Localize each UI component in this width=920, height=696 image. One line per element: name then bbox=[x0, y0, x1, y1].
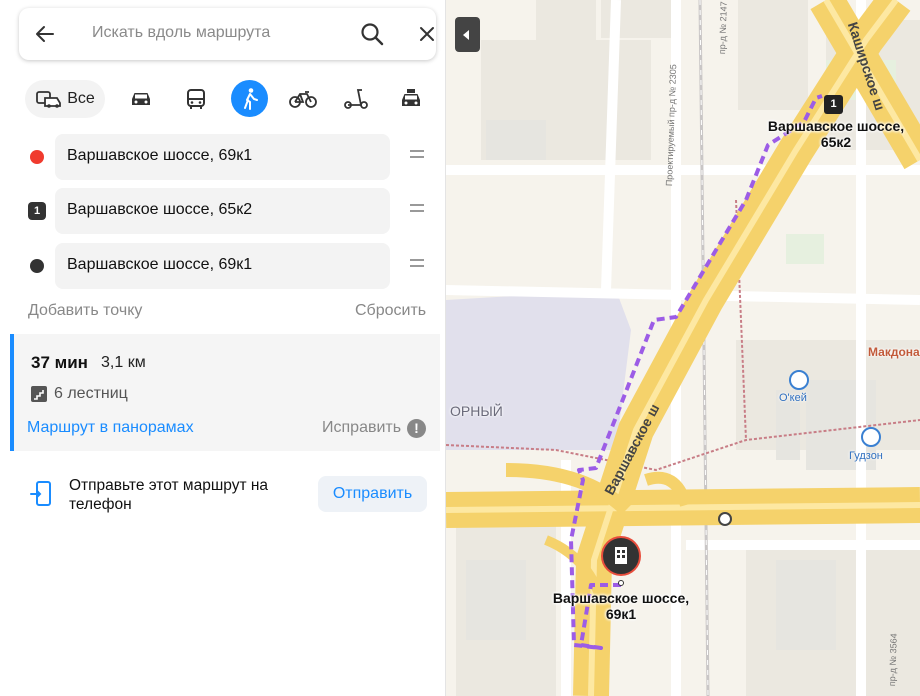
street-label: пр-д № 3564 bbox=[887, 633, 899, 687]
map-view[interactable]: Варшавское ш Каширское ш Проектируемый п… bbox=[446, 0, 920, 696]
bicycle-icon bbox=[289, 91, 317, 108]
street-label: пр-д № 2147 bbox=[717, 1, 729, 55]
mode-all-label: Все bbox=[67, 90, 95, 107]
mode-bicycle-button[interactable] bbox=[287, 80, 319, 118]
taxi-icon bbox=[402, 89, 420, 106]
transport-mode-bar: Все bbox=[0, 80, 445, 120]
phone-icon bbox=[30, 481, 51, 506]
mode-taxi-button[interactable] bbox=[395, 80, 427, 118]
waypoint-label: Варшавское шоссе, 65к2 bbox=[767, 118, 905, 150]
shopping-cart-icon[interactable] bbox=[789, 370, 809, 390]
drag-handle-icon[interactable] bbox=[410, 259, 424, 273]
via-point-marker[interactable] bbox=[718, 512, 732, 526]
start-building-marker[interactable] bbox=[601, 536, 641, 576]
car-icon bbox=[132, 93, 150, 105]
route-point-input[interactable]: Варшавское шоссе, 69к1 bbox=[55, 134, 390, 180]
mode-car-button[interactable] bbox=[125, 80, 157, 118]
search-icon[interactable] bbox=[359, 21, 385, 47]
fix-route-link[interactable]: Исправить bbox=[322, 419, 401, 437]
bus-icon bbox=[187, 89, 205, 109]
close-icon[interactable] bbox=[416, 23, 438, 45]
drag-handle-icon[interactable] bbox=[410, 150, 424, 164]
mode-pedestrian-button[interactable] bbox=[231, 80, 268, 117]
start-point-dot bbox=[618, 580, 624, 586]
collapse-panel-button[interactable] bbox=[455, 17, 480, 52]
poi-gudzon[interactable]: Гудзон bbox=[849, 450, 883, 462]
send-button[interactable]: Отправить bbox=[318, 476, 427, 512]
shopping-bag-icon[interactable] bbox=[861, 427, 881, 447]
route-point-input[interactable]: Варшавское шоссе, 69к1 bbox=[55, 243, 390, 289]
scooter-icon bbox=[344, 89, 368, 109]
stairs-count: 6 лестниц bbox=[54, 385, 128, 402]
red-dot-icon bbox=[30, 150, 44, 164]
reset-button[interactable]: Сбросить bbox=[355, 302, 426, 320]
waypoint-number-icon: 1 bbox=[28, 202, 46, 220]
district-label: ОРНЫЙ bbox=[450, 403, 503, 419]
poi-mcdonalds[interactable]: Макдона bbox=[868, 345, 920, 359]
route-point-input[interactable]: Варшавское шоссе, 65к2 bbox=[55, 188, 390, 234]
building-icon bbox=[615, 547, 627, 564]
start-label: Варшавское шоссе, 69к1 bbox=[552, 590, 690, 622]
search-input[interactable]: Искать вдоль маршрута bbox=[92, 24, 270, 42]
poi-okey[interactable]: О'кей bbox=[779, 392, 807, 404]
drag-handle-icon[interactable] bbox=[410, 204, 424, 218]
route-distance: 3,1 км bbox=[101, 354, 146, 371]
route-point-end: Варшавское шоссе, 69к1 bbox=[0, 243, 445, 289]
panorama-route-link[interactable]: Маршрут в панорамах bbox=[27, 419, 194, 437]
route-time: 37 мин bbox=[31, 353, 88, 372]
stairs-icon bbox=[31, 386, 47, 402]
waypoint-marker[interactable]: 1 bbox=[824, 95, 843, 114]
route-point-waypoint: 1 Варшавское шоссе, 65к2 bbox=[0, 188, 445, 234]
warning-icon[interactable]: ! bbox=[407, 419, 426, 438]
send-to-phone-text: Отправьте этот маршрут на телефон bbox=[69, 477, 269, 513]
mode-bus-button[interactable] bbox=[180, 80, 212, 118]
pedestrian-icon bbox=[243, 87, 258, 110]
all-transport-icon bbox=[36, 91, 62, 108]
route-point-start: Варшавское шоссе, 69к1 bbox=[0, 134, 445, 180]
black-dot-icon bbox=[30, 259, 44, 273]
route-panel: Искать вдоль маршрута Все Варшавское шос… bbox=[0, 0, 446, 696]
back-arrow-icon[interactable] bbox=[33, 22, 57, 46]
search-bar: Искать вдоль маршрута bbox=[19, 8, 436, 60]
mode-all-button[interactable]: Все bbox=[25, 80, 105, 118]
add-point-button[interactable]: Добавить точку bbox=[28, 302, 142, 320]
route-summary-card[interactable]: 37 мин 3,1 км 6 лестниц Маршрут в панора… bbox=[10, 334, 440, 451]
mode-scooter-button[interactable] bbox=[340, 80, 372, 118]
